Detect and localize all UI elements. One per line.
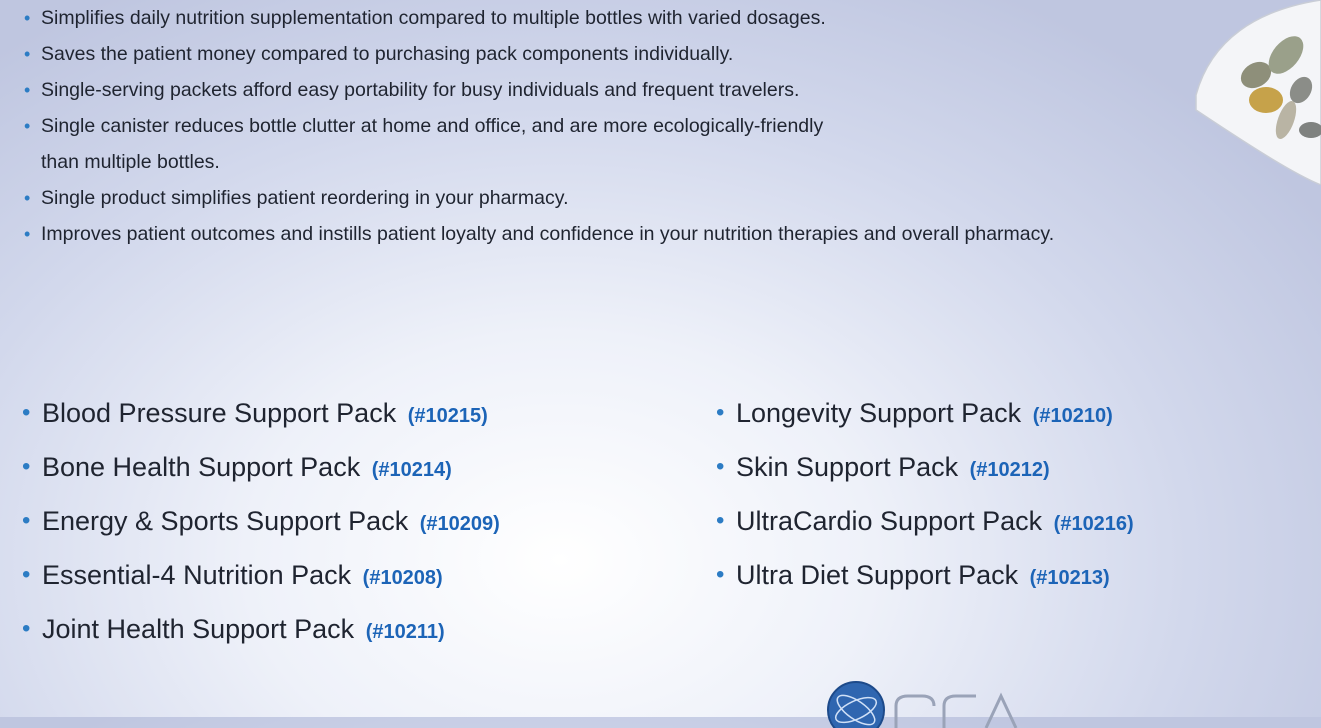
pack-name: UltraCardio Support Pack <box>736 506 1043 536</box>
pack-name: Blood Pressure Support Pack <box>42 398 397 428</box>
pack-code: (#10215) <box>407 405 488 427</box>
bullet-icon: • <box>716 453 725 480</box>
bullet-icon: • <box>716 561 725 588</box>
pack-code: (#10214) <box>371 459 452 481</box>
bullet-icon: • <box>716 399 725 426</box>
bullet-icon: • <box>716 507 725 534</box>
bullet-icon: • <box>24 8 31 28</box>
company-logo <box>827 681 1018 728</box>
pack-item: • Energy & Sports Support Pack (#10209) <box>22 501 500 555</box>
pack-code: (#10213) <box>1029 567 1110 589</box>
pack-item: • UltraCardio Support Pack (#10216) <box>716 501 1134 555</box>
bullet-icon: • <box>24 224 31 244</box>
pack-item: • Joint Health Support Pack (#10211) <box>22 609 500 663</box>
pack-code: (#10216) <box>1053 513 1134 535</box>
pack-code: (#10211) <box>365 621 445 643</box>
pack-name: Ultra Diet Support Pack <box>736 560 1019 590</box>
pack-code: (#10212) <box>969 459 1050 481</box>
bullet-icon: • <box>22 453 31 480</box>
bullet-icon: • <box>22 507 31 534</box>
benefit-item: • Single canister reduces bottle clutter … <box>24 108 831 180</box>
bullet-icon: • <box>22 561 31 588</box>
bullet-icon: • <box>24 80 31 100</box>
pack-name: Joint Health Support Pack <box>42 614 355 644</box>
benefits-list: • Simplifies daily nutrition supplementat… <box>24 0 1321 252</box>
pack-code: (#10208) <box>362 567 443 589</box>
bullet-icon: • <box>24 116 31 136</box>
pack-item: • Longevity Support Pack (#10210) <box>716 393 1134 447</box>
pack-name: Bone Health Support Pack <box>42 452 361 482</box>
benefit-item: • Simplifies daily nutrition supplementat… <box>24 0 1321 36</box>
pack-item: • Bone Health Support Pack (#10214) <box>22 447 500 501</box>
bullet-icon: • <box>24 188 31 208</box>
pack-item: • Ultra Diet Support Pack (#10213) <box>716 555 1134 609</box>
benefit-item: • Single product simplifies patient reord… <box>24 180 1321 216</box>
pack-item: • Essential-4 Nutrition Pack (#10208) <box>22 555 500 609</box>
pack-name: Longevity Support Pack <box>736 398 1022 428</box>
packs-list-right: • Longevity Support Pack (#10210) • Skin S… <box>716 393 1134 609</box>
bullet-icon: • <box>22 615 31 642</box>
benefit-item: • Single-serving packets afford easy port… <box>24 72 1321 108</box>
pack-code: (#10209) <box>419 513 500 535</box>
pack-item: • Blood Pressure Support Pack (#10215) <box>22 393 500 447</box>
bullet-icon: • <box>24 44 31 64</box>
pack-name: Skin Support Pack <box>736 452 959 482</box>
benefit-item: • Improves patient outcomes and instills … <box>24 216 1321 252</box>
packs-list-left: • Blood Pressure Support Pack (#10215) • B… <box>22 393 500 663</box>
benefit-item: • Saves the patient money compared to pur… <box>24 36 1321 72</box>
pack-name: Essential-4 Nutrition Pack <box>42 560 352 590</box>
pack-item: • Skin Support Pack (#10212) <box>716 447 1134 501</box>
pack-code: (#10210) <box>1032 405 1113 427</box>
bullet-icon: • <box>22 399 31 426</box>
supplement-packet-image <box>1195 0 1321 185</box>
pack-name: Energy & Sports Support Pack <box>42 506 409 536</box>
